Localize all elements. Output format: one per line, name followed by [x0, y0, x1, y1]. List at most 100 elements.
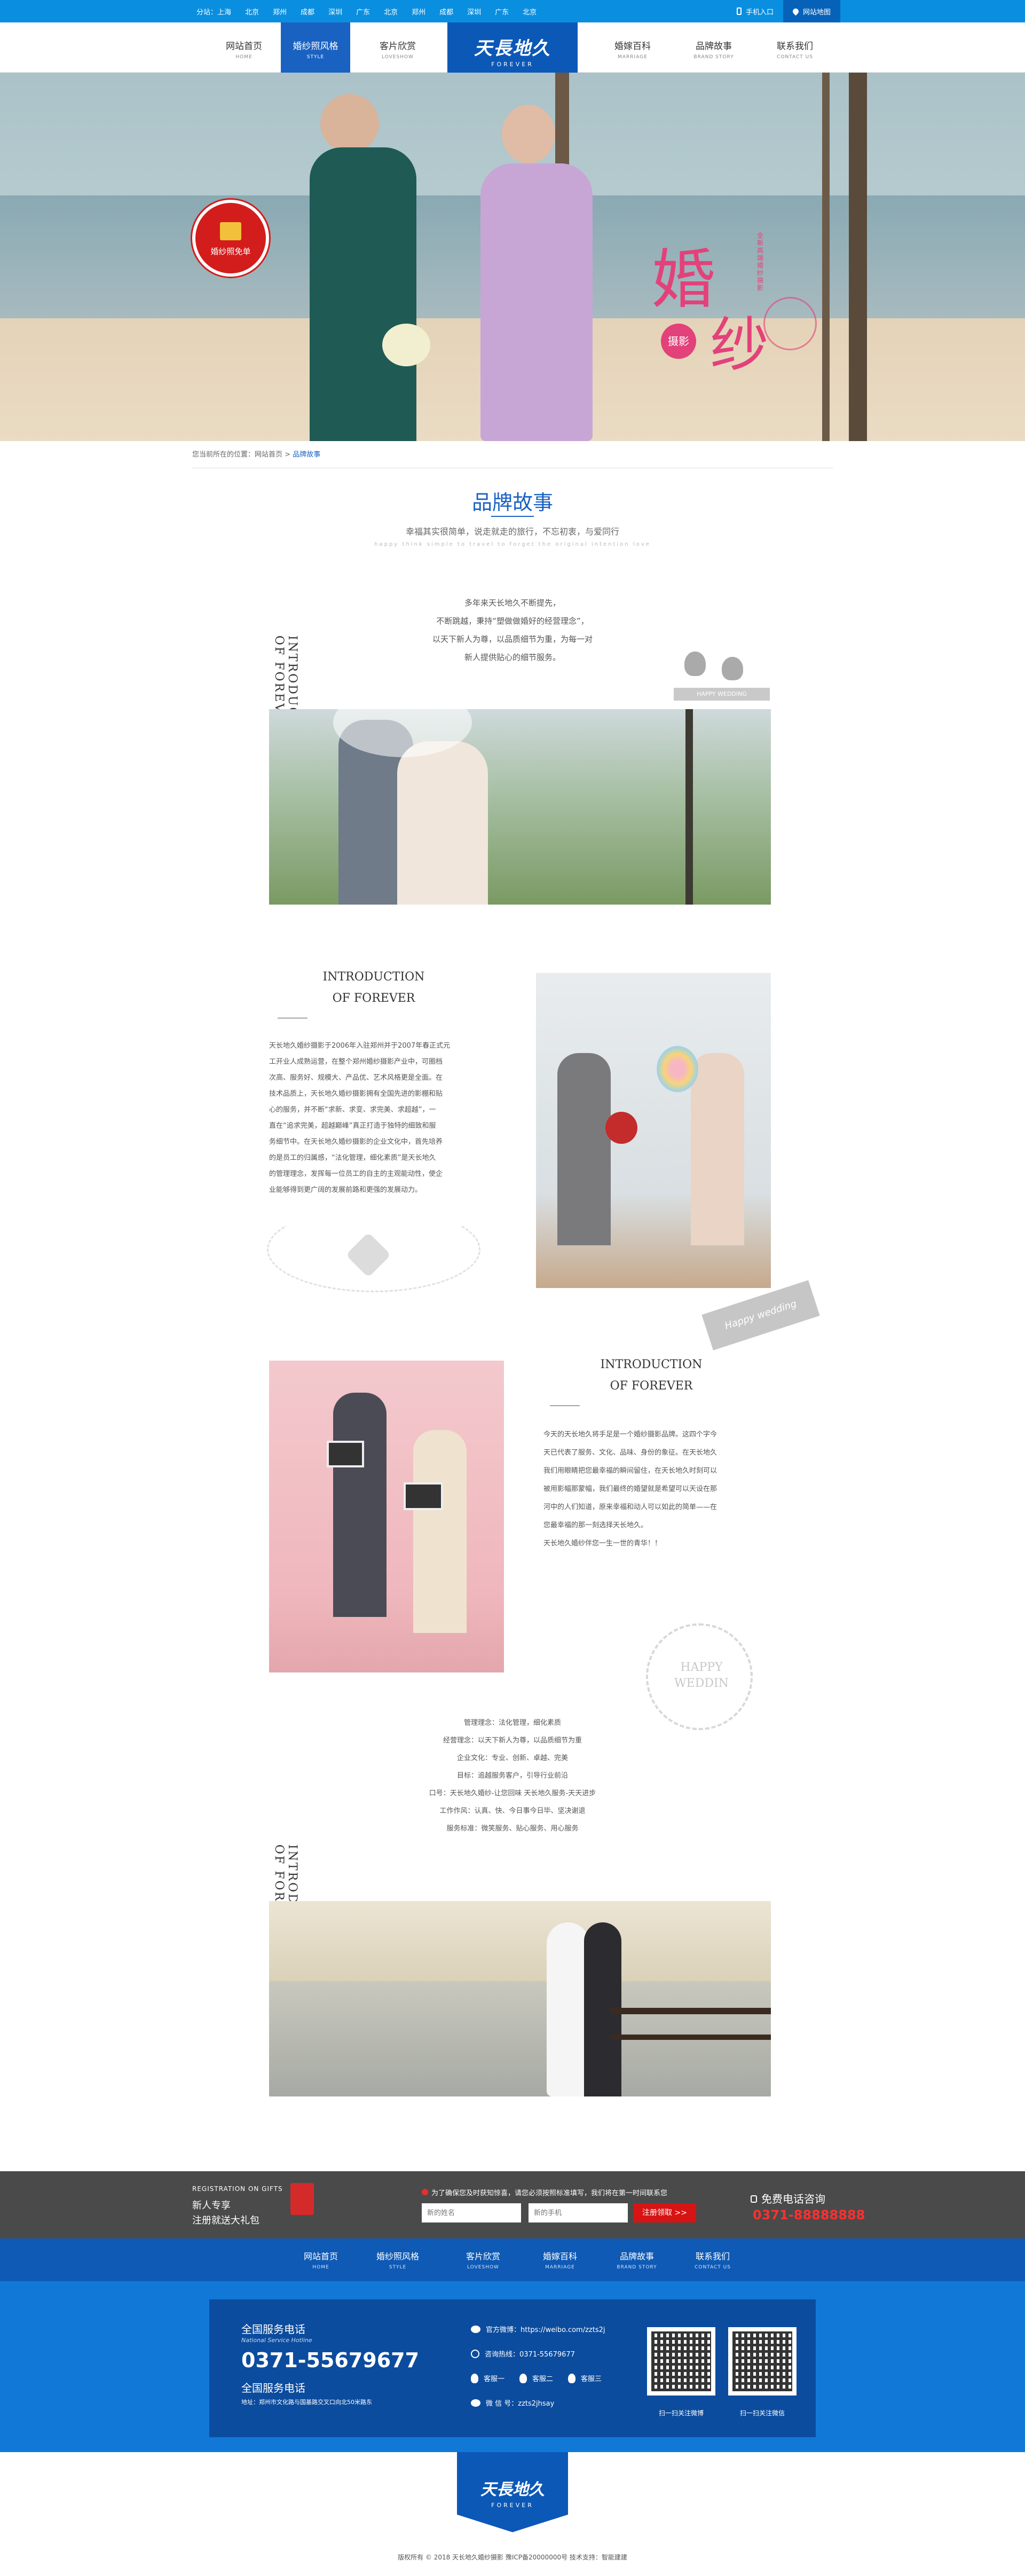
page-subtitle: 幸福其实很简单，说走就走的旅行，不忘初衷，与爱同行	[405, 527, 619, 537]
bride-head	[502, 105, 555, 163]
text-line: 被用影幅那蒙幅，我们最终的婚望就是希望可以天设在那	[543, 1485, 718, 1493]
birds-decoration: HAPPY WEDDING	[674, 646, 770, 705]
footer-nav-contact[interactable]: 联系我们 CONTACT US	[678, 2249, 747, 2270]
footer-nav-style[interactable]: 婚纱照风格 STYLE	[363, 2249, 432, 2270]
decorative-flower	[763, 297, 817, 350]
title-underline	[491, 516, 534, 517]
qq-service-1[interactable]: 客服一	[484, 2373, 504, 2383]
city-link[interactable]: 成都	[301, 6, 314, 17]
qq-service-2[interactable]: 客服二	[532, 2373, 553, 2383]
text-line: 天已代表了服务、文化、品味、身份的象征。在天长地久	[543, 1449, 718, 1457]
city-link[interactable]: 北京	[245, 6, 259, 17]
text-line: 企业文化：专业、创新、卓越、完美	[456, 1754, 568, 1762]
phone-icon	[471, 2349, 479, 2358]
city-link[interactable]: 北京	[523, 6, 537, 17]
wechat-qr-code	[728, 2327, 797, 2396]
promo-badge[interactable]: 婚纱照免单	[192, 200, 269, 277]
banner-title-2: 纱	[710, 311, 769, 379]
groom-suit	[310, 147, 416, 441]
city-link[interactable]: 郑州	[412, 6, 425, 17]
wreath-decoration: HAPPY WEDDIN	[646, 1623, 753, 1730]
registration-bar: REGISTRATION ON GIFTS 新人专享 注册就送大礼包 为了确保您…	[0, 2171, 1025, 2239]
text-line: 管理理念：法化管理，细化素质	[463, 1719, 561, 1727]
text-line: 的是员工的归属感，“法化管理，细化素质”是天长地久	[269, 1154, 436, 1162]
info-icon	[422, 2189, 428, 2195]
hotline-number: 0371-88888888	[753, 2208, 865, 2222]
phone-icon	[737, 7, 742, 15]
footer-nav-brand-story[interactable]: 品牌故事 BRAND STORY	[602, 2249, 672, 2270]
breadcrumb-home[interactable]: 网站首页	[255, 451, 282, 459]
footer-nav-marriage[interactable]: 婚嫁百科 MARRIAGE	[525, 2249, 595, 2270]
hero-banner: 婚纱照免单 婚 纱 摄影 全新高端婚纱摄影	[0, 73, 1025, 441]
banner-vertical-text: 全新高端婚纱摄影	[757, 232, 764, 292]
mobile-entry-link[interactable]: 手机入口	[727, 0, 783, 22]
text-line: 口号：天长地久婚纱-让您回味 天长地久服务-天天进步	[429, 1789, 596, 1797]
register-button[interactable]: 注册领取 >>	[633, 2203, 696, 2222]
nav-item-loveshow[interactable]: 客片欣赏 LOVESHOW	[363, 22, 432, 73]
nav-item-brand-story[interactable]: 品牌故事 BRAND STORY	[679, 22, 748, 73]
intro-paragraph-2: 天长地久婚纱摄影于2006年入驻郑州并于2007年春正式元 工开业人成熟运营，在整…	[269, 1038, 504, 1198]
weixin-row: 微 信 号：zzts2jhsay	[471, 2398, 554, 2408]
breadcrumb: 您当前所在的位置：网站首页 > 品牌故事	[192, 451, 321, 459]
footer-nav: 网站首页 HOME 婚纱照风格 STYLE 客片欣赏 LOVESHOW 婚嫁百科 MAR…	[0, 2239, 1025, 2281]
text-line: 服务标准：微笑服务、贴心服务、用心服务	[446, 1825, 579, 1833]
phone-icon	[751, 2195, 757, 2203]
footer-address: 地址：郑州市文化路与国基路交叉口向北50米路东	[241, 2399, 372, 2406]
text-line: 工开业人成熟运营，在整个郑州婚纱摄影产业中，可圈档	[269, 1058, 443, 1066]
breadcrumb-current: 品牌故事	[293, 451, 321, 459]
text-line: 我们用眼睛把您最幸福的瞬间留住，在天长地久时刻可以	[543, 1467, 718, 1475]
groom-head	[320, 94, 379, 153]
sitemap-link[interactable]: 网站地图	[783, 0, 841, 22]
city-link[interactable]: 分站：上海	[196, 6, 231, 17]
tel-row: 咨询热线：0371-55679677	[471, 2349, 575, 2359]
city-link[interactable]: 深圳	[467, 6, 481, 17]
text-line: 您最幸福的那一刻选择天长地久。	[543, 1521, 648, 1529]
site-logo[interactable]: 天長地久 FOREVER	[447, 22, 578, 79]
footer-nav-loveshow[interactable]: 客片欣赏 LOVESHOW	[448, 2249, 518, 2270]
footer-contact-box: 全国服务电话 National Service Hotline 0371-556…	[209, 2299, 816, 2437]
text-line: 经营理念：以天下新人为尊，以品质细节为重	[443, 1737, 582, 1745]
text-line: 业能够得到更广阔的发展前路和更强的发展动力。	[269, 1186, 422, 1194]
registration-notice: 为了确保您及时获知惊喜，请您必须按照标准填写，我们将在第一时间联系您	[422, 2187, 667, 2197]
qq-icon	[568, 2373, 576, 2383]
phone-input[interactable]	[529, 2203, 628, 2222]
copyright: 版权所有 © 2018 天长地久婚纱摄影 豫ICP备20000000号 技术支持…	[398, 2554, 627, 2561]
page-subtitle-en: happy think simple to travel to forget t…	[374, 541, 651, 547]
city-link[interactable]: 广东	[356, 6, 370, 17]
footer-nav-home[interactable]: 网站首页 HOME	[286, 2249, 356, 2270]
text-line: 今天的天长地久将手足是一个婚纱摄影品牌。这四个字今	[543, 1431, 718, 1439]
text-line: 技术品质上，天长地久婚纱摄影拥有全国先进的影棚和贴	[269, 1090, 443, 1098]
city-link[interactable]: 成都	[439, 6, 453, 17]
gift-icon	[220, 222, 241, 240]
location-pin-icon	[791, 7, 800, 15]
happy-wedding-tag: Happy wedding	[701, 1280, 820, 1350]
bride-dress	[480, 163, 593, 441]
name-input[interactable]	[422, 2203, 521, 2222]
city-list: 分站：上海 北京 郑州 成都 深圳 广东 北京 郑州 成都 深圳 广东 北京	[196, 0, 537, 22]
weibo-qr-code	[647, 2327, 715, 2396]
nav-item-marriage[interactable]: 婚嫁百科 MARRIAGE	[598, 22, 667, 73]
wreath-heart-decoration	[251, 1201, 496, 1303]
intro-paragraph-3: 今天的天长地久将手足是一个婚纱摄影品牌。这四个字今 天已代表了服务、文化、品味、身…	[543, 1426, 773, 1553]
gift-bag-icon	[290, 2183, 314, 2215]
text-line: 的管理理念，发挥每一位员工的自主的主观能动性，使企	[269, 1170, 443, 1178]
weibo-icon	[471, 2325, 480, 2333]
city-link[interactable]: 广东	[495, 6, 509, 17]
footer-phone: 0371-55679677	[241, 2349, 420, 2372]
qq-icon	[519, 2373, 527, 2383]
nav-item-contact[interactable]: 联系我们 CONTACT US	[760, 22, 830, 73]
text-line: 心的服务，并不断“求新、求变、求完美、求超越”，一	[269, 1106, 436, 1114]
text-line: 次高、服务好、规模大、产品优、艺术风格更是全面。在	[269, 1074, 443, 1082]
city-link[interactable]: 深圳	[328, 6, 342, 17]
hotline-label: 免费电话咨询	[751, 2190, 825, 2206]
footer-logo[interactable]: 天長地久 FOREVER	[457, 2452, 568, 2532]
nav-item-style[interactable]: 婚纱照风格 STYLE	[281, 22, 350, 73]
weibo-link[interactable]: 官方微博：https://weibo.com/zzts2j	[471, 2324, 605, 2334]
nav-item-home[interactable]: 网站首页 HOME	[209, 22, 279, 73]
heading-bar	[550, 1405, 580, 1406]
photo-lakeside-couple	[269, 1901, 771, 2096]
qq-service-3[interactable]: 客服三	[581, 2373, 602, 2383]
city-link[interactable]: 北京	[384, 6, 398, 17]
city-link[interactable]: 郑州	[273, 6, 287, 17]
text-line: 不断跳越，秉持“塑做做婚好的经营理念”，	[436, 616, 589, 626]
